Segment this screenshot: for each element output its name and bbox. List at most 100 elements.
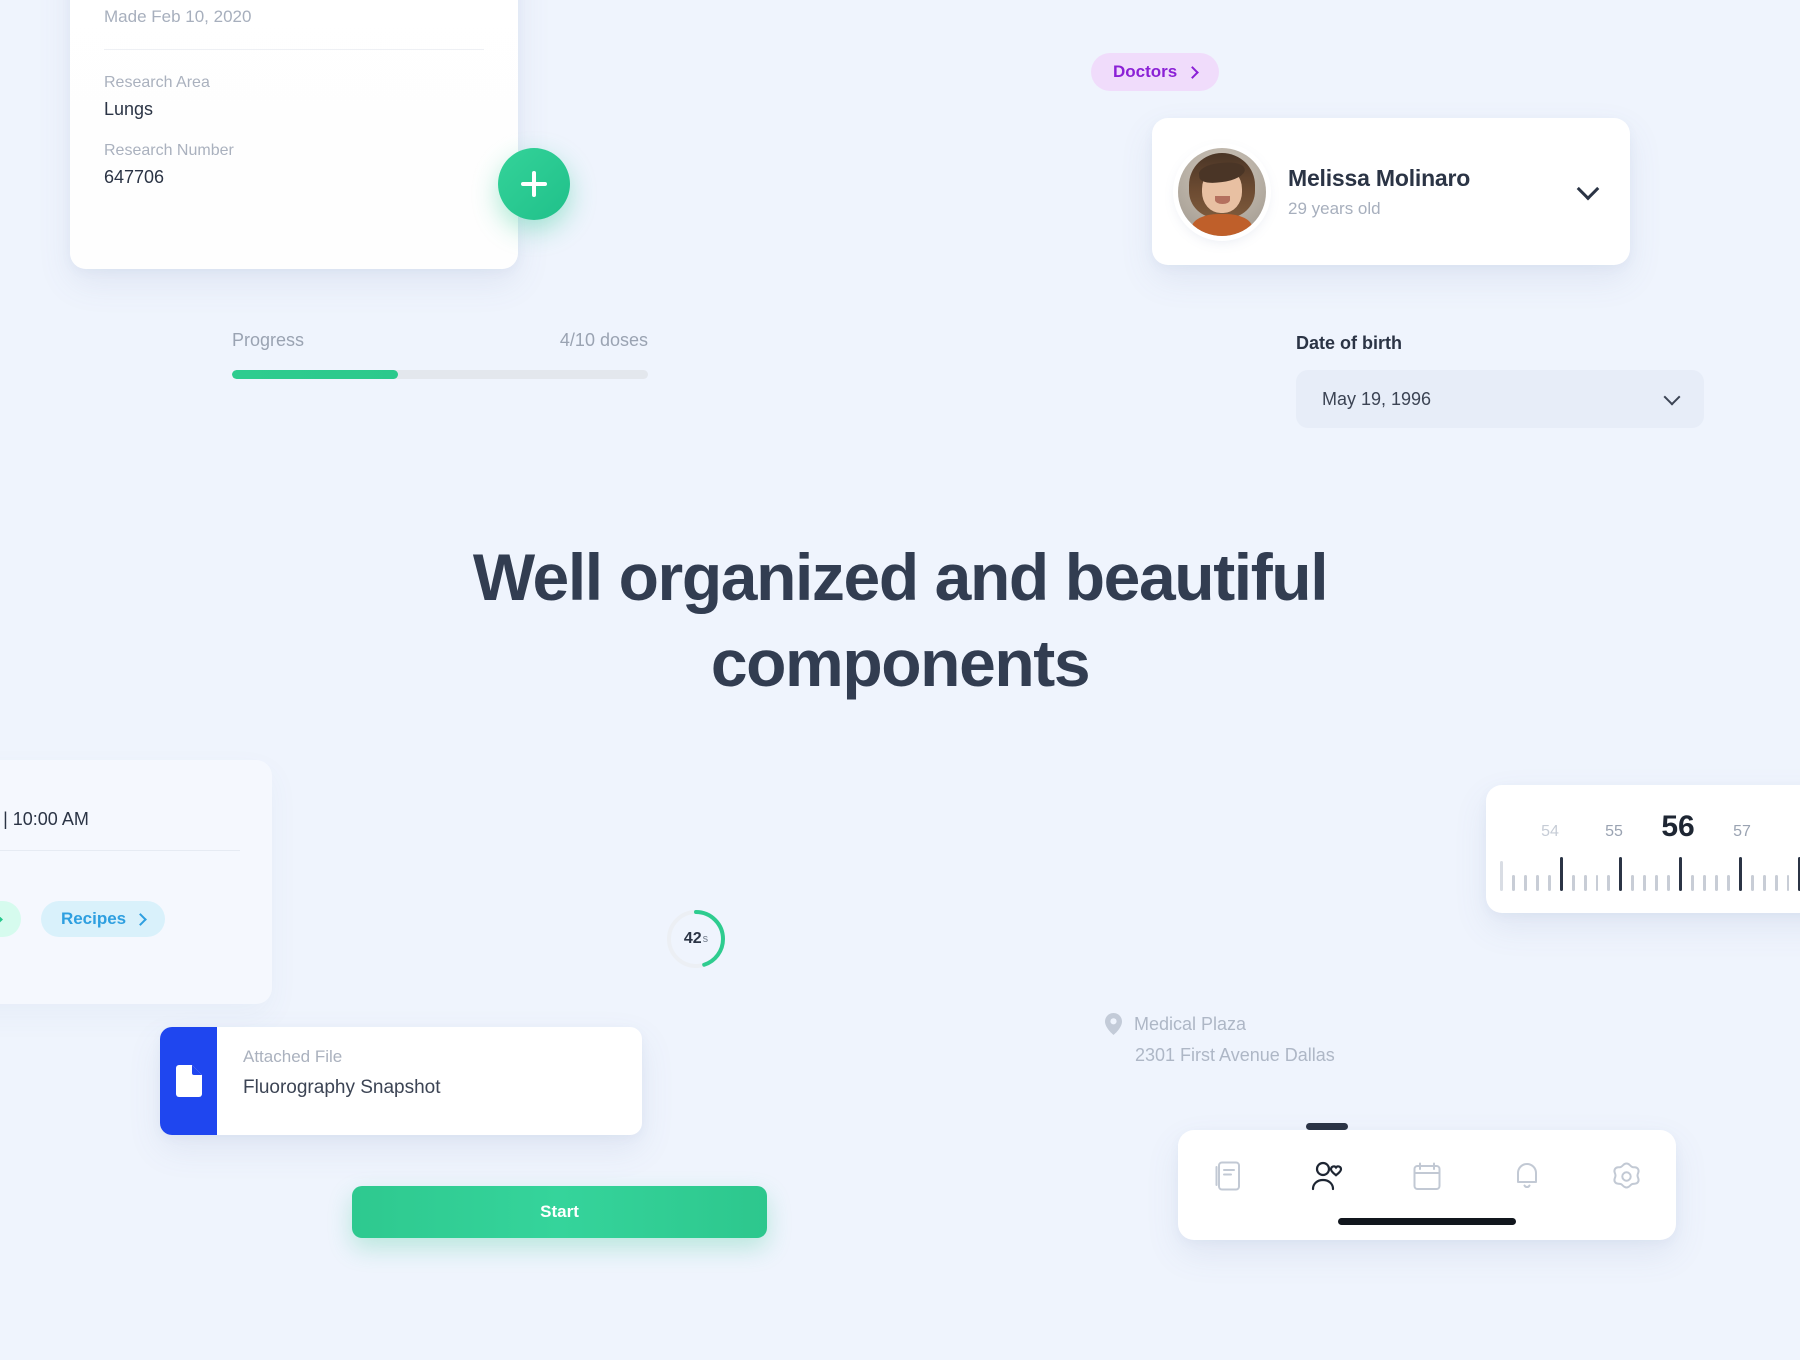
file-icon-panel [160,1027,217,1135]
chevron-down-icon[interactable] [1576,177,1600,200]
user-heart-icon [1312,1161,1343,1191]
file-name: Fluorography Snapshot [243,1077,441,1098]
ruler-label-56-selected: 56 [1661,809,1695,843]
ruler-tick [1702,875,1706,891]
date-of-birth-value: May 19, 1996 [1322,388,1432,409]
home-indicator [1338,1218,1516,1225]
location-name: Medical Plaza [1134,1013,1247,1034]
nav-item-patients[interactable] [1301,1156,1353,1196]
ruler-tick [1762,875,1766,891]
research-card-subtitle: Made Feb 10, 2020 [104,7,252,26]
visit-date-value: Feb 10, 2020 | 10:00 AM [0,809,89,829]
page-stage: Fluorography Made Made Feb 10, 2020 Rese… [0,0,1800,1360]
ruler-tick [1726,875,1730,891]
ruler-tick [1559,857,1563,891]
bell-icon [1516,1163,1537,1188]
timer-unit: s [702,933,709,945]
doctors-chip[interactable]: Doctors [1091,53,1220,91]
ruler-tick [1738,857,1742,891]
ruler-tick [1523,875,1527,891]
avatar-shirt [1192,214,1252,236]
date-of-birth-label: Date of birth [1296,333,1402,353]
chevron-right-icon [134,912,148,926]
ruler-tick [1786,875,1790,891]
attached-file-card[interactable]: Attached File Fluorography Snapshot [160,1027,642,1135]
research-number-field: Research Number 647706 [104,142,484,188]
patient-card[interactable]: Melissa Molinaro 29 years old [1152,118,1630,265]
ruler-tick [1595,875,1599,891]
progress-header: Progress 4/10 doses [232,330,648,351]
progress-label: Progress [232,330,305,350]
chevron-right-icon [0,912,3,926]
file-kicker: Attached File [243,1047,343,1066]
research-area-value: Lungs [104,99,154,119]
ruler-tick [1667,875,1671,891]
file-info: Attached File Fluorography Snapshot [217,1027,642,1135]
ruler-tick [1619,857,1623,891]
ruler-tick [1679,857,1682,891]
location-name-row: Medical Plaza [1105,1013,1335,1035]
chevron-right-icon [1186,65,1200,79]
add-button[interactable] [498,148,570,220]
page-title: Well organized and beautiful components [0,535,1800,707]
analysis-pill[interactable]: Analysis [0,901,21,937]
progress-bar [232,370,648,379]
progress-value: 4/10 doses [559,330,648,350]
chevron-down-icon [1663,388,1681,405]
ruler-picker[interactable]: 54 55 56 57 [1486,785,1800,913]
avatar [1178,147,1266,236]
countdown-timer: 42 s [665,908,727,970]
recipes-pill[interactable]: Recipes [40,901,166,937]
result-pill-row: Analysis Recipes [0,901,240,937]
gear-icon [1612,1162,1640,1188]
ruler-tick [1547,875,1551,891]
divider [0,850,240,851]
nav-item-records[interactable] [1202,1156,1254,1196]
ruler-tick [1643,875,1647,891]
ruler-tick [1571,875,1575,891]
timer-value: 42 [683,930,702,947]
ruler-tick [1511,875,1515,891]
patient-age: 29 years old [1288,198,1381,218]
ruler-tick [1583,875,1587,891]
nav-item-notifications[interactable] [1501,1156,1553,1196]
ruler-tick [1631,875,1635,891]
progress-bar-fill [232,370,399,379]
start-button[interactable]: Start [352,1186,767,1238]
ruler-tick [1714,875,1718,891]
document-list-icon [1215,1161,1240,1191]
location-block: Medical Plaza 2301 First Avenue Dallas [1105,1013,1335,1066]
result-label: Result [0,871,240,889]
doctors-chip-label: Doctors [1113,62,1178,81]
research-area-field: Research Area Lungs [104,74,484,120]
bottom-nav-items [1178,1156,1676,1196]
ruler-ticks [1486,847,1800,891]
visit-card: Visit Date Feb 10, 2020 | 10:00 AM Resul… [0,760,272,1004]
visit-date-label: Visit Date [0,784,240,802]
ruler-label-54: 54 [1541,823,1559,840]
ruler-tick [1750,875,1754,891]
recipes-pill-label: Recipes [60,909,127,928]
location-address: 2301 First Avenue Dallas [1135,1045,1335,1065]
research-number-label: Research Number [104,142,234,159]
page-title-line-2: components [710,625,1091,700]
calendar-icon [1413,1162,1441,1190]
date-of-birth-select[interactable]: May 19, 1996 [1296,370,1704,428]
patient-name: Melissa Molinaro [1288,164,1471,191]
page-title-line-1: Well organized and beautiful [472,540,1329,614]
divider [104,49,484,50]
date-of-birth-block: Date of birth May 19, 1996 [1296,333,1704,428]
ruler-tick [1607,875,1611,891]
map-pin-icon [1105,1013,1122,1035]
ruler-tick [1691,875,1694,891]
nav-item-settings[interactable] [1600,1156,1652,1196]
progress-block: Progress 4/10 doses [232,330,648,379]
research-card: Fluorography Made Made Feb 10, 2020 Rese… [70,0,518,269]
ruler-tick [1774,875,1778,891]
ruler-tick [1500,861,1503,891]
ruler-label-55: 55 [1605,823,1623,840]
nav-item-calendar[interactable] [1401,1156,1453,1196]
document-icon [175,1065,202,1097]
ruler-tick [1535,875,1539,891]
research-number-value: 647706 [104,167,165,187]
